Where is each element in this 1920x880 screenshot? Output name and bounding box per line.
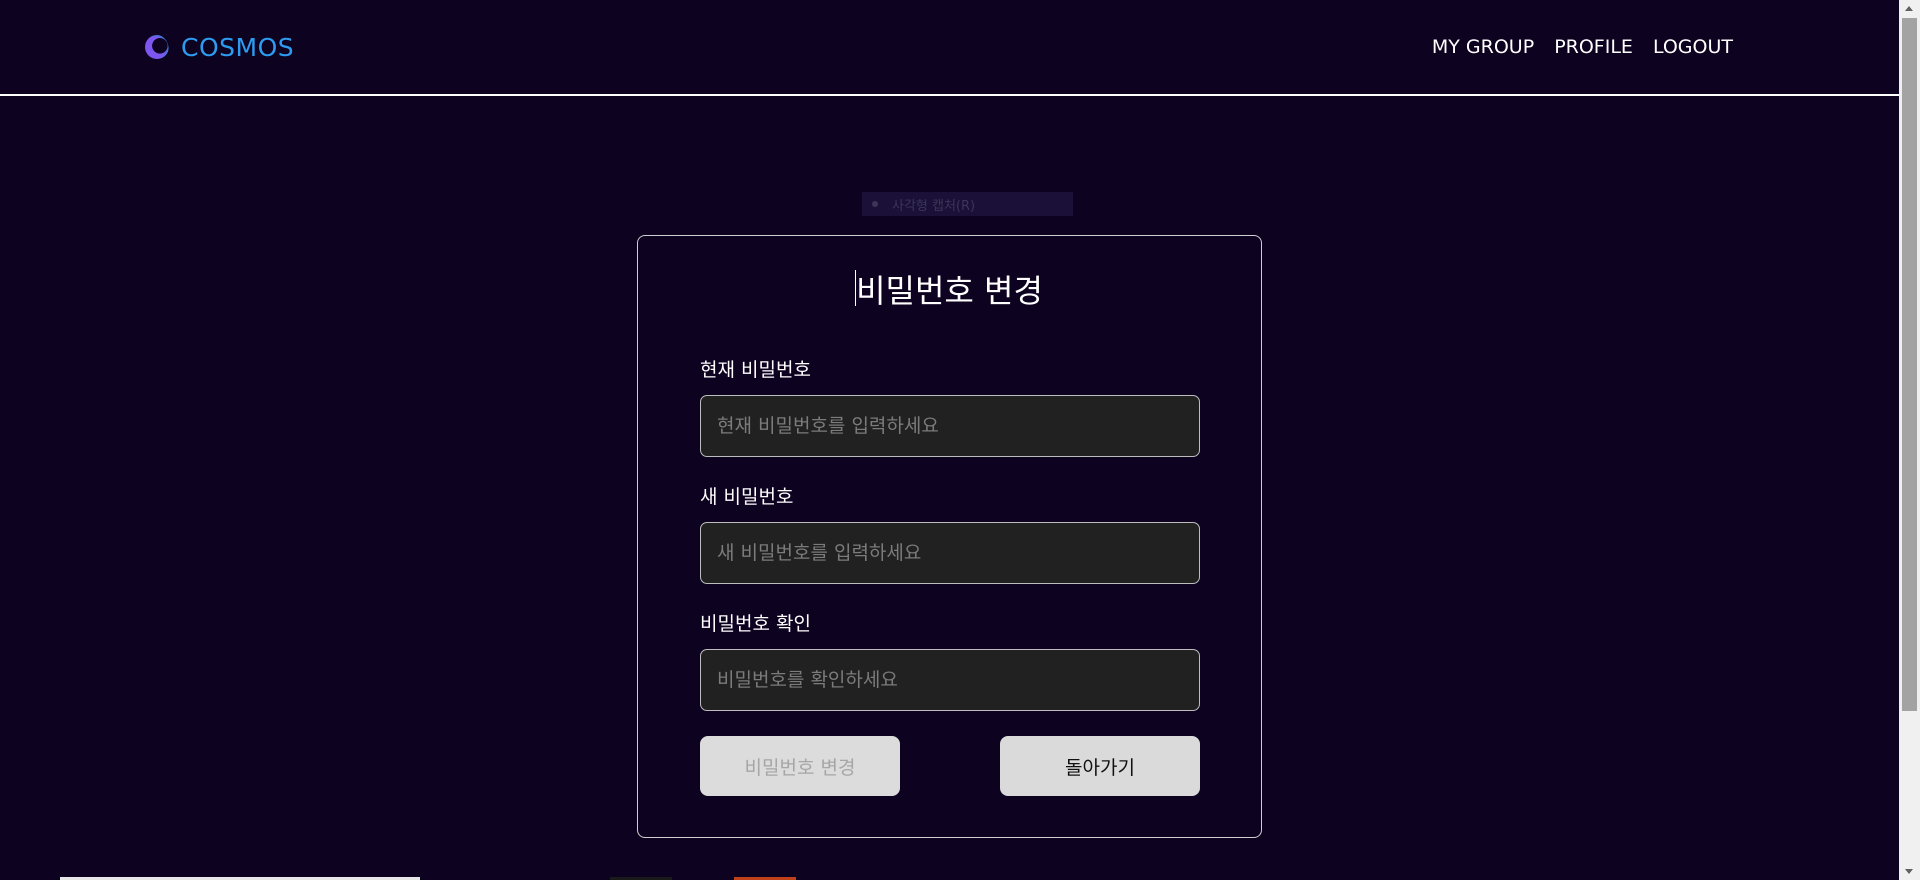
text-cursor — [855, 270, 856, 306]
main-nav: MY GROUP PROFILE LOGOUT — [1432, 36, 1733, 58]
tooltip-dot-icon — [872, 201, 878, 207]
new-password-label: 새 비밀번호 — [700, 486, 794, 508]
brand-name[interactable]: COSMOS — [181, 33, 294, 62]
nav-profile-link[interactable]: PROFILE — [1554, 36, 1633, 58]
current-password-input[interactable] — [700, 395, 1200, 457]
snip-tooltip: 사각형 캡처(R) — [862, 192, 1073, 216]
change-password-card: 비밀번호 변경 현재 비밀번호 새 비밀번호 비밀번호 확인 비밀번호 변경 돌… — [637, 235, 1262, 838]
new-password-input[interactable] — [700, 522, 1200, 584]
change-password-button[interactable]: 비밀번호 변경 — [700, 736, 900, 796]
top-navbar: COSMOS MY GROUP PROFILE LOGOUT — [0, 0, 1899, 96]
confirm-password-label: 비밀번호 확인 — [700, 613, 811, 635]
tooltip-label: 사각형 캡처(R) — [892, 198, 976, 214]
back-button[interactable]: 돌아가기 — [1000, 736, 1200, 796]
scrollbar-thumb[interactable] — [1902, 18, 1917, 711]
brand[interactable]: COSMOS — [145, 30, 294, 64]
nav-logout-link[interactable]: LOGOUT — [1653, 36, 1733, 58]
confirm-password-input[interactable] — [700, 649, 1200, 711]
page-title: 비밀번호 변경 — [856, 272, 1043, 310]
nav-my-group-link[interactable]: MY GROUP — [1432, 36, 1534, 58]
current-password-label: 현재 비밀번호 — [700, 359, 811, 381]
scroll-down-arrow-icon[interactable] — [1905, 869, 1913, 874]
scroll-up-arrow-icon[interactable] — [1905, 6, 1913, 11]
vertical-scrollbar[interactable] — [1899, 0, 1920, 880]
cosmos-logo-icon — [145, 35, 169, 59]
